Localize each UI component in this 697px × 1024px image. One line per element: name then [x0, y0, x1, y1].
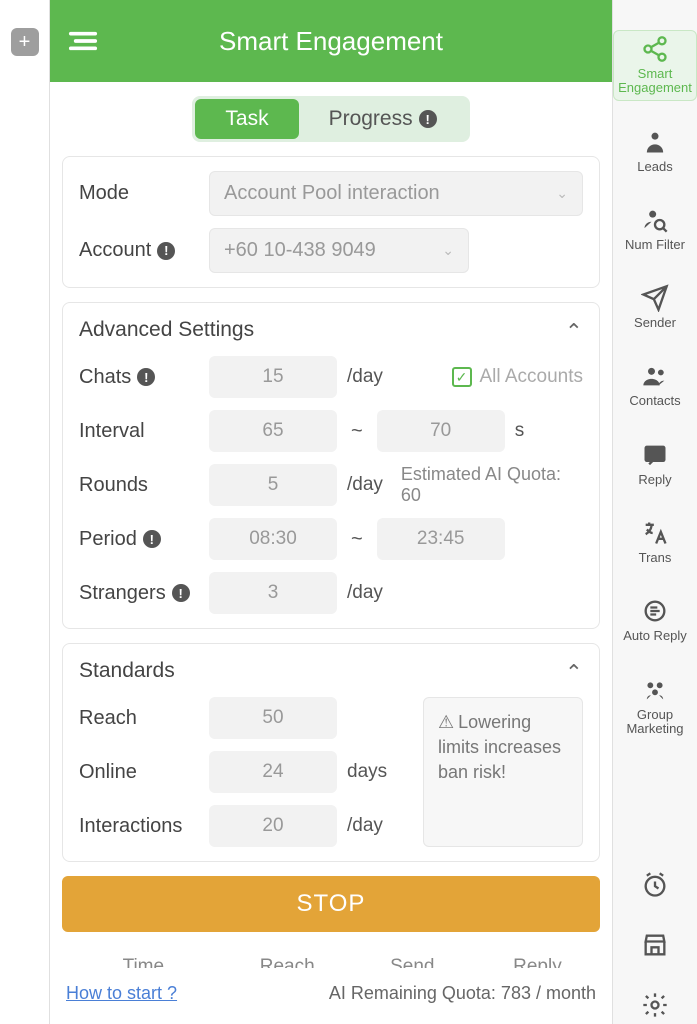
sidebar-item-num-filter[interactable]: Num Filter [613, 201, 697, 257]
all-accounts-checkbox[interactable]: ✓ [452, 367, 472, 387]
info-icon[interactable]: ! [157, 242, 175, 260]
period-to-input[interactable] [377, 518, 505, 560]
tab-row: Task Progress ! [50, 96, 612, 142]
store-icon [641, 931, 669, 959]
auto-reply-icon [641, 597, 669, 625]
chevron-up-icon: ⌄ [565, 658, 583, 683]
tab-task[interactable]: Task [195, 99, 298, 139]
account-select[interactable]: +60 10-438 9049 ⌄ [209, 228, 469, 273]
right-sidebar: Smart Engagement Leads Num Filter Sender… [612, 0, 697, 1024]
sidebar-item-smart-engagement[interactable]: Smart Engagement [613, 30, 697, 101]
period-label: Period ! [79, 528, 199, 551]
clock-icon [641, 871, 669, 899]
group-icon [641, 676, 669, 704]
sidebar-item-reply[interactable]: Reply [613, 436, 697, 492]
interactions-label: Interactions [79, 815, 199, 838]
chevron-up-icon: ⌄ [565, 317, 583, 342]
footer: How to start ? AI Remaining Quota: 783 /… [50, 968, 612, 1024]
page-title: Smart Engagement [68, 26, 594, 57]
results-table: Time Reach Send Reply 2024-09-22 1 29 25… [62, 946, 600, 968]
people-icon [641, 362, 669, 390]
mode-label: Mode [79, 182, 199, 205]
send-icon [641, 284, 669, 312]
how-to-start-link[interactable]: How to start ? [66, 983, 177, 1004]
sidebar-item-trans[interactable]: Trans [613, 514, 697, 570]
header: Smart Engagement [50, 0, 612, 82]
left-strip: + [0, 0, 50, 1024]
sidebar-item-group-marketing[interactable]: Group Marketing [613, 671, 697, 742]
sidebar-item-alarm[interactable] [613, 866, 697, 904]
online-label: Online [79, 761, 199, 784]
rounds-input[interactable] [209, 464, 337, 506]
add-button[interactable]: + [11, 28, 39, 56]
reach-label: Reach [79, 707, 199, 730]
chevron-down-icon: ⌄ [442, 242, 454, 259]
sidebar-item-leads[interactable]: Leads [613, 123, 697, 179]
table-header: Time Reach Send Reply [62, 946, 600, 968]
tab-group: Task Progress ! [192, 96, 469, 142]
period-from-input[interactable] [209, 518, 337, 560]
strangers-label: Strangers ! [79, 582, 199, 605]
chats-input[interactable] [209, 356, 337, 398]
mode-select[interactable]: Account Pool interaction ⌄ [209, 171, 583, 216]
info-icon: ! [419, 110, 437, 128]
online-input[interactable] [209, 751, 337, 793]
sidebar-item-auto-reply[interactable]: Auto Reply [613, 592, 697, 648]
translate-icon [641, 519, 669, 547]
sidebar-item-store[interactable] [613, 926, 697, 964]
info-icon[interactable]: ! [172, 584, 190, 602]
content: Mode Account Pool interaction ⌄ Account … [50, 142, 612, 968]
sidebar-item-sender[interactable]: Sender [613, 279, 697, 335]
share-icon [641, 35, 669, 63]
quota-text: AI Remaining Quota: 783 / month [329, 983, 596, 1004]
strangers-input[interactable] [209, 572, 337, 614]
sidebar-item-contacts[interactable]: Contacts [613, 357, 697, 413]
gear-icon [641, 991, 669, 1019]
config-card: Mode Account Pool interaction ⌄ Account … [62, 156, 600, 288]
person-search-icon [641, 206, 669, 234]
interval-from-input[interactable] [209, 410, 337, 452]
account-label: Account ! [79, 239, 199, 262]
sidebar-item-settings[interactable] [613, 986, 697, 1024]
standards-card: Standards ⌄ Reach Online days [62, 643, 600, 862]
interval-label: Interval [79, 420, 199, 443]
interactions-input[interactable] [209, 805, 337, 847]
chat-icon [641, 441, 669, 469]
tab-progress[interactable]: Progress ! [299, 99, 467, 139]
stop-button[interactable]: STOP [62, 876, 600, 932]
advanced-toggle[interactable]: Advanced Settings ⌄ [79, 317, 583, 342]
rounds-label: Rounds [79, 474, 199, 497]
chevron-down-icon: ⌄ [556, 185, 568, 202]
standards-toggle[interactable]: Standards ⌄ [79, 658, 583, 683]
advanced-card: Advanced Settings ⌄ Chats ! /day ✓ All A… [62, 302, 600, 629]
info-icon[interactable]: ! [137, 368, 155, 386]
info-icon[interactable]: ! [143, 530, 161, 548]
main-panel: Smart Engagement Task Progress ! Mode Ac… [50, 0, 612, 1024]
warning-box: ⚠Lowering limits increases ban risk! [423, 697, 583, 847]
chats-label: Chats ! [79, 366, 199, 389]
reach-input[interactable] [209, 697, 337, 739]
person-icon [641, 128, 669, 156]
interval-to-input[interactable] [377, 410, 505, 452]
warning-icon: ⚠ [438, 712, 454, 732]
